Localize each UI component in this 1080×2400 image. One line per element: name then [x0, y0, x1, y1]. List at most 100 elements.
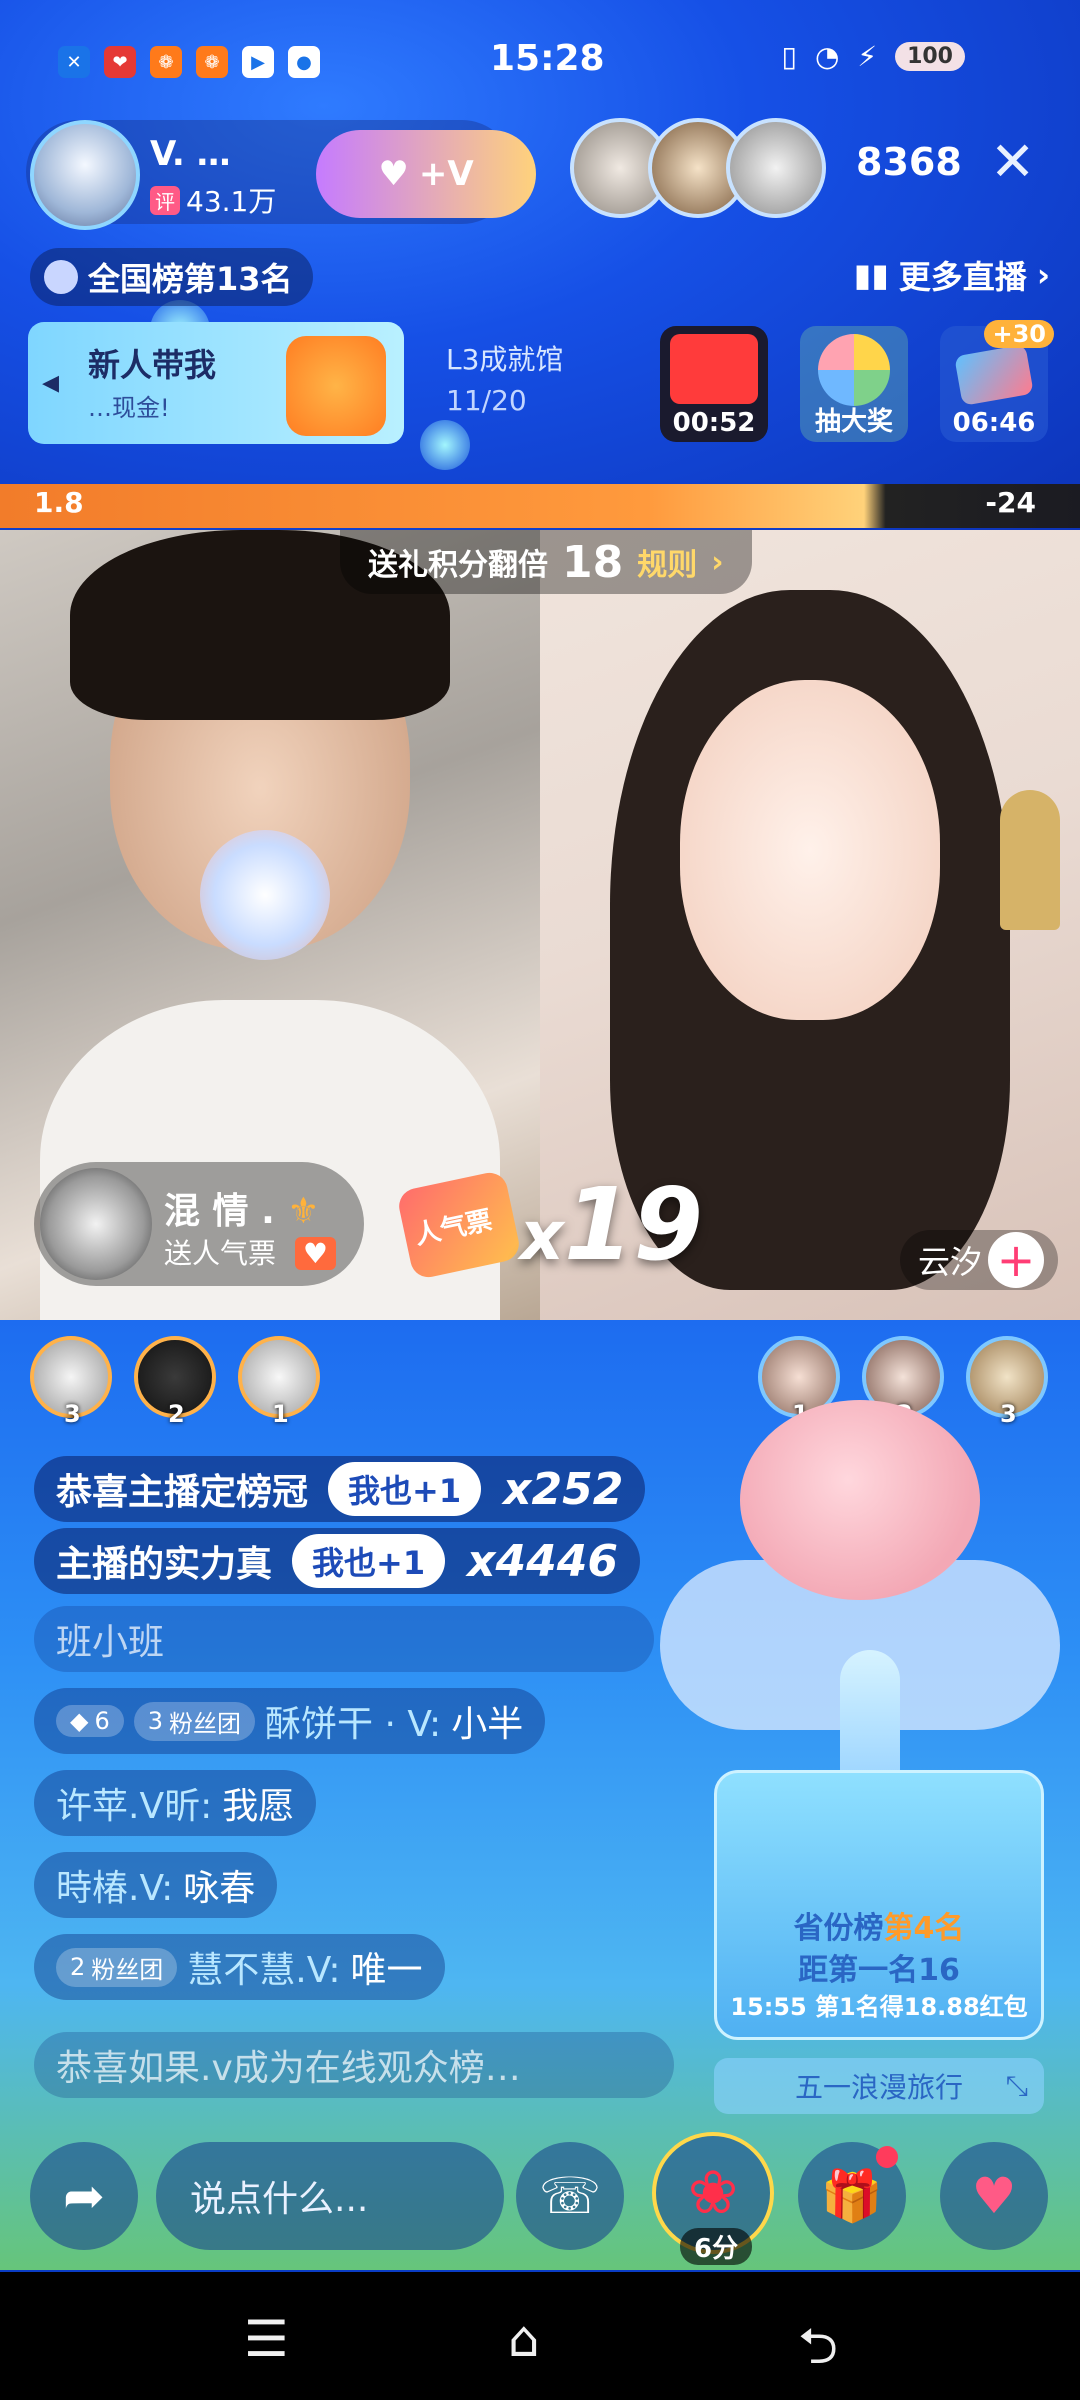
video-figure [1000, 790, 1060, 930]
level-title[interactable]: L3成就馆 [446, 338, 563, 378]
fans-badge: 评 [150, 185, 180, 215]
province-rank-value: 第4名 [883, 1911, 965, 1946]
diamond-level-badge: ◆ 6 [56, 1705, 124, 1737]
chat-text: 主播的实力真 [56, 1544, 273, 1585]
more-live-button[interactable]: ▮▮ 更多直播 › [854, 252, 1050, 298]
clock-icon [44, 260, 78, 294]
gift-combo: x19 [520, 1166, 703, 1283]
close-icon[interactable]: ✕ [990, 130, 1035, 193]
video-app-icon: ▶ [242, 46, 274, 78]
heart-icon: ♥ [378, 154, 409, 194]
clock: 15:28 [490, 38, 605, 79]
glow-avatar-effect [200, 830, 330, 960]
chat-username[interactable]: 慧不慧.V: [187, 1941, 340, 1993]
popularity-timer-box[interactable]: +30 06:46 [940, 320, 1054, 442]
fleur-icon: ⚜ [287, 1191, 320, 1232]
diamond-icon: ◆ [70, 1707, 89, 1735]
chat-text: 咏春 [183, 1868, 256, 1909]
score-multiplier[interactable]: 送礼积分翻倍 18 规则 › [340, 530, 752, 594]
multiplier-label: 送礼积分翻倍 [368, 548, 548, 583]
national-rank-label: 全国榜第13名 [88, 260, 293, 298]
chat-message[interactable]: 班小班 [34, 1606, 654, 1672]
robot-mascot-icon [286, 336, 386, 436]
chat-text: 恭喜主播定榜冠 [56, 1472, 309, 1513]
notification-icons: ✕ ❤ ❁ ❁ ▶ ● [58, 46, 320, 78]
gift-sender-name-text: 混 情 . [164, 1191, 275, 1232]
rank-avatar-left[interactable]: 2 [134, 1336, 216, 1428]
rose-price: 6分 [680, 2228, 753, 2265]
gift-sender-avatar[interactable] [40, 1168, 152, 1280]
province-rank-prefix: 省份榜 [793, 1911, 884, 1946]
rank-avatar-right[interactable]: 3 [966, 1336, 1048, 1428]
province-rank: 省份榜第4名 [717, 1903, 1041, 1947]
heart-badge-icon: ♥ [294, 1237, 337, 1270]
host-avatar[interactable] [30, 120, 140, 230]
fan-club-badge: 3 粉丝团 [133, 1701, 256, 1741]
plus-one-button[interactable]: 我也+1 [292, 1534, 446, 1588]
activity-timer-1: 00:52 [672, 408, 756, 438]
national-rank[interactable]: 全国榜第13名 [30, 248, 313, 306]
pk-progress-bar [0, 484, 1080, 528]
menu-icon[interactable]: ☰ [244, 2310, 289, 2368]
share-icon[interactable]: ➦ [30, 2142, 138, 2250]
viewer-avatar[interactable] [726, 118, 826, 218]
rank-avatar-left[interactable]: 3 [30, 1336, 112, 1428]
home-icon[interactable]: ⌂ [508, 2310, 540, 2368]
chat-input[interactable]: 说点什么... [156, 2142, 504, 2250]
chat-username[interactable]: 時椿.V: [56, 1859, 173, 1911]
activity-timer-box[interactable]: 00:52 [660, 326, 768, 442]
province-reward: 15:55 第1名得18.88红包 [730, 1993, 1028, 2021]
vibrate-icon: ▯ [781, 40, 797, 73]
video-call-icon[interactable]: ☏ [516, 2142, 624, 2250]
chat-message[interactable]: 主播的实力真 我也+1 x4446 [34, 1528, 640, 1594]
sparkle-effect [420, 420, 470, 470]
add-guest-icon[interactable]: + [988, 1232, 1044, 1288]
gift-description-text: 送人气票 [164, 1237, 277, 1270]
chat-message[interactable]: 2 粉丝团 慧不慧.V: 唯一 [34, 1934, 445, 2000]
gift-image-label: 人气票 [412, 1205, 495, 1251]
chat-message[interactable]: 時椿.V: 咏春 [34, 1852, 278, 1918]
province-gap: 距第一名16 [798, 1953, 960, 1988]
host-fans: 评 43.1万 [150, 180, 276, 220]
chat-username[interactable]: 酥饼干 · V: [265, 1695, 441, 1747]
chat-username[interactable]: 许苹.V昕: [56, 1777, 212, 1829]
host-info-card[interactable]: V. … 评 43.1万 ♥ +V [26, 120, 536, 230]
bar-chart-icon: ▮▮ [853, 256, 889, 294]
chat-text: 唯一 [350, 1950, 423, 1991]
chat-message[interactable]: 恭喜主播定榜冠 我也+1 x252 [34, 1456, 646, 1522]
viewer-count[interactable]: 8368 [856, 140, 962, 184]
gift-sender[interactable]: 混 情 . ⚜ 送人气票 ♥ [34, 1162, 364, 1286]
newbie-banner[interactable]: ◂ 新人带我 …现金! [28, 322, 404, 444]
red-envelope-icon: ❤ [104, 46, 136, 78]
rank-avatar-left[interactable]: 1 [238, 1336, 320, 1428]
badge-level: 3 [147, 1707, 164, 1735]
combo-count: 19 [563, 1166, 704, 1283]
gift-description: 送人气票 ♥ [164, 1232, 337, 1272]
chat-message[interactable]: 许苹.V昕: 我愿 [34, 1770, 317, 1836]
lucky-draw-box[interactable]: 抽大奖 [800, 326, 908, 442]
chevron-left-icon: ◂ [42, 362, 60, 402]
host-name: V. … [150, 134, 231, 174]
pig-mascot-icon [740, 1400, 980, 1600]
travel-event-button[interactable]: 五一浪漫旅行 ⤡ [714, 2058, 1044, 2114]
chat-text: 小半 [451, 1704, 524, 1745]
system-nav-bar [0, 2272, 1080, 2400]
province-rank-card[interactable]: 省份榜第4名 距第一名16 15:55 第1名得18.88红包 [714, 1770, 1044, 2040]
top-viewers[interactable] [570, 118, 826, 218]
badge-label: 粉丝团 [91, 1955, 164, 1984]
chat-message[interactable]: ◆ 6 3 粉丝团 酥饼干 · V: 小半 [34, 1688, 546, 1754]
badge-level: 6 [94, 1707, 110, 1735]
follow-button[interactable]: ♥ +V [316, 130, 536, 218]
level-count: 11/20 [446, 384, 527, 417]
plus-one-button[interactable]: 我也+1 [328, 1462, 482, 1516]
chat-text: 恭喜如果.v成为在线观众榜… [56, 2048, 521, 2089]
like-heart-icon[interactable]: ♥ [940, 2142, 1048, 2250]
rank-number: 2 [168, 1400, 185, 1428]
chat-message[interactable]: 恭喜如果.v成为在线观众榜… [34, 2032, 674, 2098]
lucky-draw-label: 抽大奖 [814, 407, 893, 437]
rules-link[interactable]: 规则 [637, 540, 697, 584]
orange-app-icon: ❁ [196, 46, 228, 78]
chat-bubble-icon: ● [288, 46, 320, 78]
chat-count: x4446 [467, 1535, 618, 1587]
back-icon[interactable]: ⮌ [798, 2310, 838, 2395]
